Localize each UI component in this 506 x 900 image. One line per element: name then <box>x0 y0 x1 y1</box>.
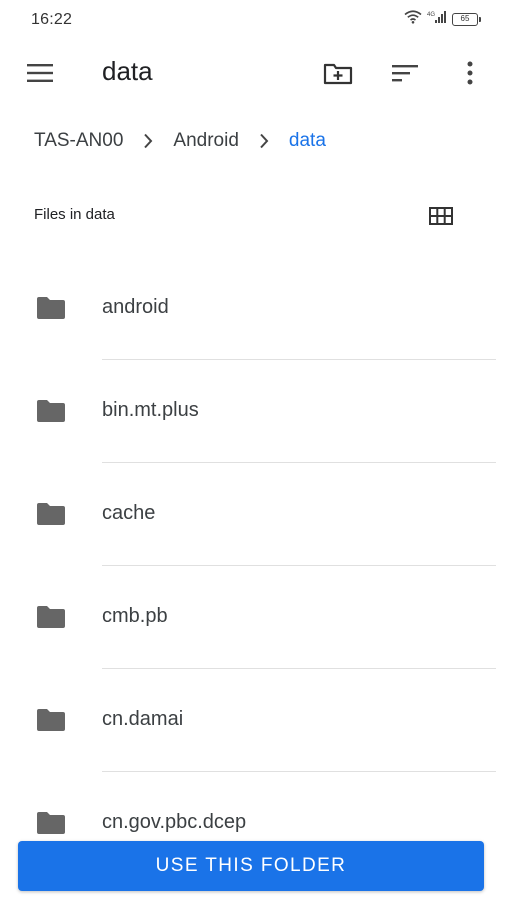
file-list: android bin.mt.plus cache cmb.pb cn.dama… <box>0 257 506 875</box>
file-name: cn.damai <box>102 708 184 730</box>
folder-icon <box>37 503 65 525</box>
battery-icon: 65 <box>452 12 481 26</box>
more-vert-icon <box>467 61 473 85</box>
breadcrumb-item-device[interactable]: TAS-AN00 <box>34 130 123 152</box>
grid-view-button[interactable] <box>424 201 458 231</box>
status-time: 16:22 <box>31 11 73 28</box>
folder-icon <box>37 709 65 731</box>
folder-icon <box>37 297 65 319</box>
app-bar: data <box>0 44 506 102</box>
folder-icon <box>37 812 65 834</box>
signal-icon: 4G <box>427 10 447 29</box>
list-item[interactable]: cache <box>0 463 506 566</box>
chevron-right-icon <box>249 133 279 149</box>
file-name: cache <box>102 502 156 524</box>
menu-button[interactable] <box>22 58 58 88</box>
file-name: bin.mt.plus <box>102 399 199 421</box>
list-item[interactable]: bin.mt.plus <box>0 360 506 463</box>
list-item[interactable]: cn.damai <box>0 669 506 772</box>
grid-view-icon <box>429 207 453 225</box>
status-bar: 16:22 4G 65 <box>0 0 506 40</box>
breadcrumb: TAS-AN00 Android data <box>34 126 326 156</box>
chevron-right-icon <box>133 133 163 149</box>
menu-icon <box>27 64 53 82</box>
sort-icon <box>392 65 418 82</box>
svg-text:4G: 4G <box>427 12 435 18</box>
breadcrumb-item-android[interactable]: Android <box>173 130 239 152</box>
list-item[interactable]: android <box>0 257 506 360</box>
battery-level: 65 <box>460 13 470 23</box>
file-name: cn.gov.pbc.dcep <box>102 811 247 833</box>
file-name: android <box>102 296 169 318</box>
more-options-button[interactable] <box>453 57 487 89</box>
use-this-folder-button[interactable]: USE THIS FOLDER <box>18 841 484 891</box>
wifi-icon <box>404 9 422 29</box>
breadcrumb-item-data[interactable]: data <box>289 130 326 152</box>
files-header: Files in data <box>34 206 115 223</box>
list-item[interactable]: cmb.pb <box>0 566 506 669</box>
file-name: cmb.pb <box>102 605 168 627</box>
sort-button[interactable] <box>388 57 422 89</box>
status-icons: 4G 65 <box>404 9 481 29</box>
new-folder-icon <box>323 63 353 85</box>
folder-icon <box>37 400 65 422</box>
page-title: data <box>102 56 153 86</box>
new-folder-button[interactable] <box>321 57 355 89</box>
folder-icon <box>37 606 65 628</box>
